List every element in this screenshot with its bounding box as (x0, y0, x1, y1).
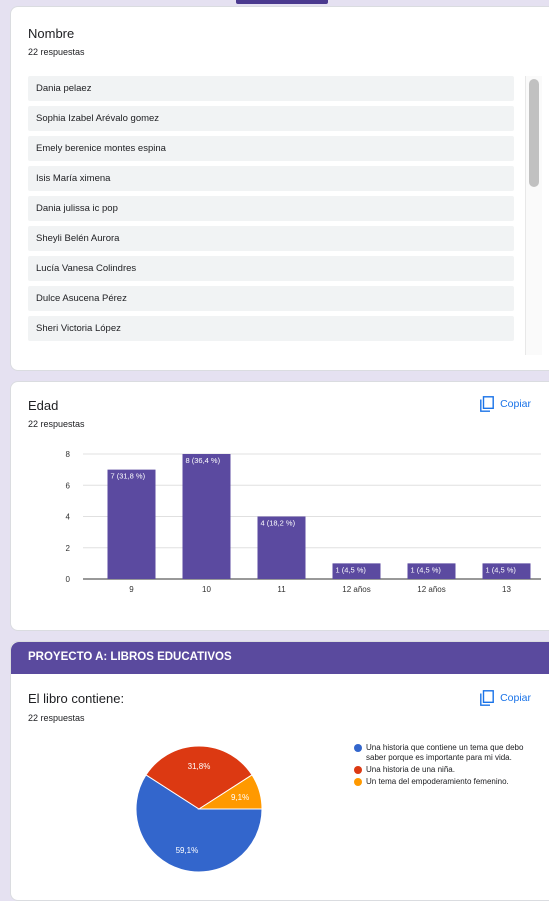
x-tick-label: 13 (502, 585, 511, 594)
legend-label: Una historia que contiene un tema que de… (366, 743, 524, 762)
pie-data-label: 9,1% (231, 793, 249, 802)
list-item: Sheyli Belén Aurora (28, 226, 514, 251)
pie-data-label: 59,1% (176, 846, 199, 855)
list-item: Lucía Vanesa Colindres (28, 256, 514, 281)
book-pie-chart: 59,1% 31,8% 9,1% (135, 745, 263, 873)
legend-label: Una historia de una niña. (366, 765, 455, 774)
y-tick-label: 4 (66, 513, 71, 522)
legend-item: Una historia que contiene un tema que de… (354, 743, 534, 763)
x-tick-label: 12 años (342, 585, 370, 594)
legend-label: Un tema del empoderamiento femenino. (366, 777, 509, 786)
age-question-card: Edad 22 respuestas Copiar 024687 (31,8 %… (10, 381, 549, 631)
list-item: Isis María ximena (28, 166, 514, 191)
x-tick-label: 11 (277, 585, 286, 594)
responses-list: Dania pelaez Sophia Izabel Arévalo gomez E… (28, 76, 514, 346)
legend-swatch (354, 766, 362, 774)
question-title: Nombre (28, 26, 75, 41)
scrollbar[interactable] (525, 76, 542, 355)
list-item: Dulce Asucena Pérez (28, 286, 514, 311)
copy-label: Copiar (500, 692, 531, 704)
book-question-card: PROYECTO A: LIBROS EDUCATIVOS El libro c… (10, 641, 549, 901)
bar-data-label: 1 (4,5 %) (411, 565, 442, 574)
scrollbar-thumb[interactable] (529, 79, 539, 187)
section-tab-indicator (236, 0, 328, 4)
bar (107, 469, 156, 579)
bar-data-label: 7 (31,8 %) (111, 472, 146, 481)
list-item: Emely berenice montes espina (28, 136, 514, 161)
copy-chart-button[interactable]: Copiar (480, 690, 531, 706)
pie-legend: Una historia que contiene un tema que de… (354, 743, 534, 789)
bar-data-label: 4 (18,2 %) (261, 519, 296, 528)
age-bar-chart: 0 2 4 6 8 7 (31,8 %) 9 8 (36,4 %) 10 4 (18,2 %) 11… (66, 450, 541, 594)
bar-data-label: 8 (36,4 %) (186, 456, 221, 465)
legend-swatch (354, 778, 362, 786)
legend-item: Un tema del empoderamiento femenino. (354, 777, 534, 787)
names-question-card: Nombre 22 respuestas Dania pelaez Sophia … (10, 6, 549, 371)
legend-item: Una historia de una niña. (354, 765, 534, 775)
legend-swatch (354, 744, 362, 752)
y-tick-label: 0 (66, 575, 71, 584)
copy-icon (480, 690, 494, 706)
pie-data-label: 31,8% (188, 762, 211, 771)
y-tick-label: 2 (66, 544, 71, 553)
list-item: Sheri Victoria López (28, 316, 514, 341)
list-item: Dania julissa ic pop (28, 196, 514, 221)
list-item: Sophia Izabel Arévalo gomez (28, 106, 514, 131)
x-tick-label: 9 (129, 585, 134, 594)
y-tick-label: 8 (66, 450, 71, 459)
bar-data-label: 1 (4,5 %) (486, 565, 517, 574)
x-tick-label: 12 años (417, 585, 445, 594)
bar-data-label: 1 (4,5 %) (336, 565, 367, 574)
bar (182, 454, 231, 579)
response-count: 22 respuestas (28, 47, 85, 57)
y-tick-label: 6 (66, 481, 71, 490)
list-item: Dania pelaez (28, 76, 514, 101)
x-tick-label: 10 (202, 585, 211, 594)
